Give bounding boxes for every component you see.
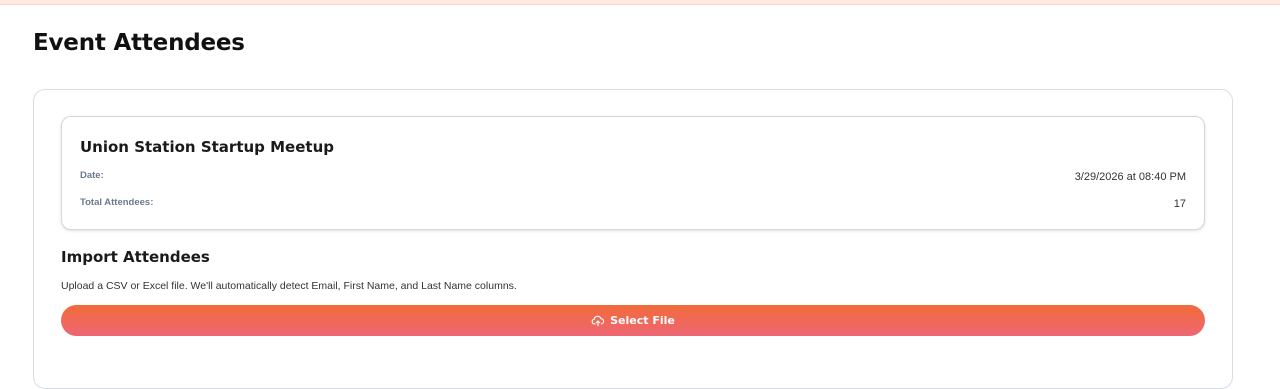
page-title: Event Attendees (33, 30, 245, 56)
date-label: Date: (80, 170, 104, 181)
select-file-label: Select File (610, 314, 675, 327)
top-divider (0, 0, 1280, 5)
total-attendees-label: Total Attendees: (80, 197, 154, 208)
import-attendees-title: Import Attendees (61, 248, 210, 266)
event-name: Union Station Startup Meetup (80, 138, 334, 156)
date-value: 3/29/2026 at 08:40 PM (1074, 171, 1186, 183)
event-summary-card: Union Station Startup Meetup Date: 3/29/… (61, 116, 1205, 230)
cloud-upload-icon (591, 314, 605, 328)
select-file-button[interactable]: Select File (61, 305, 1205, 336)
import-attendees-description: Upload a CSV or Excel file. We'll automa… (61, 280, 517, 292)
total-attendees-value: 17 (1173, 198, 1186, 210)
